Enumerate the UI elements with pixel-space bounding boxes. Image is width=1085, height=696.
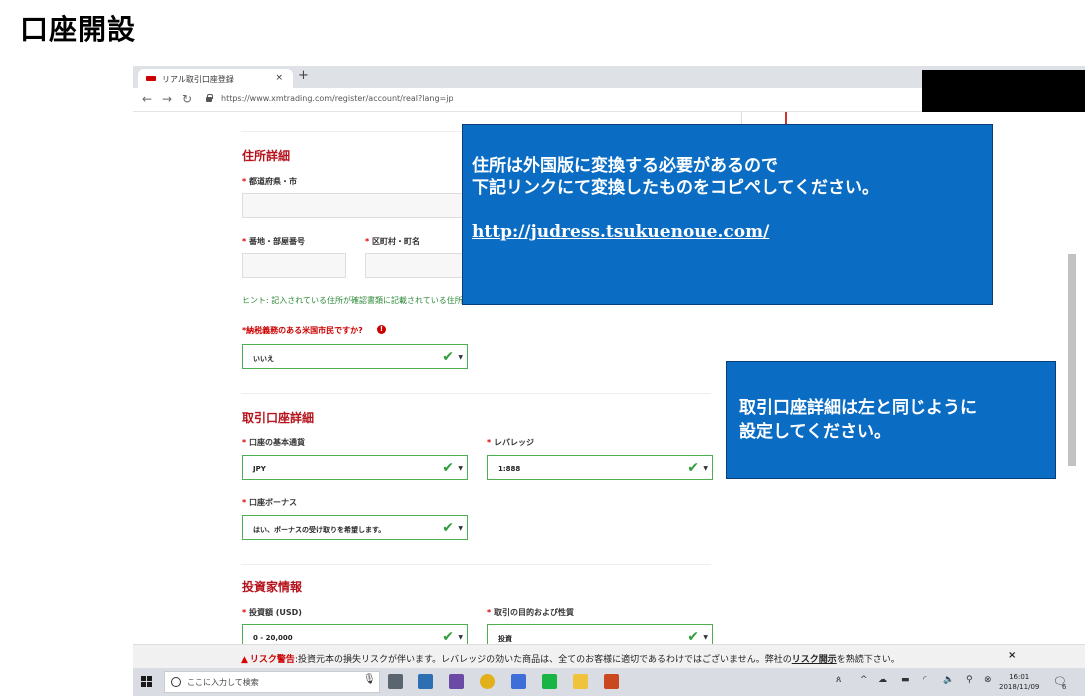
address-hint: ヒント: 記入されている住所が確認書類に記載されている住所	[242, 296, 463, 305]
windows-start-icon[interactable]	[141, 676, 153, 688]
chevron-down-icon: ▼	[458, 634, 463, 641]
info-icon[interactable]: !	[377, 325, 386, 334]
blocked-icon[interactable]: ⊗	[984, 675, 992, 685]
chevron-up-icon[interactable]: ^	[860, 675, 868, 685]
street-room-label: * 番地・部屋番号	[242, 237, 305, 246]
bonus-value: はい、ボーナスの受け取りを希望します。	[253, 526, 386, 534]
notification-count: 6	[1062, 683, 1067, 691]
account-note-line2: 設定してください。	[739, 422, 891, 442]
valid-check-icon: ✔	[442, 629, 454, 644]
cortana-circle-icon	[171, 677, 181, 687]
forward-arrow-icon[interactable]: →	[162, 92, 172, 106]
ward-town-label: * 区町村・町名	[365, 237, 420, 246]
url-field[interactable]: https://www.xmtrading.com/register/accou…	[221, 94, 454, 103]
currency-value: JPY	[253, 465, 266, 473]
wifi-icon[interactable]: ◜	[923, 675, 927, 685]
amount-value: 0 - 20,000	[253, 634, 293, 642]
browser-tab[interactable]: リアル取引口座登録 ×	[138, 69, 293, 88]
prefecture-city-label: * 都道府県・市	[242, 177, 297, 186]
leverage-value: 1:888	[498, 465, 521, 473]
chevron-down-icon: ▼	[703, 634, 708, 641]
chevron-down-icon: ▼	[703, 465, 708, 472]
currency-select[interactable]: JPY ✔ ▼	[242, 455, 468, 480]
chrome-icon[interactable]	[480, 674, 495, 689]
purpose-label: * 取引の目的および性質	[487, 608, 574, 617]
app-icon[interactable]	[449, 674, 464, 689]
clock-time: 16:01	[1009, 673, 1030, 681]
address-note-callout: 住所は外国版に変換する必要があるので 下記リンクにて変換したものをコピペしてくだ…	[462, 124, 993, 305]
line-icon[interactable]	[542, 674, 557, 689]
battery-icon[interactable]: ▬	[901, 675, 910, 685]
address-converter-link[interactable]: http://judress.tsukuenoue.com/	[472, 221, 992, 243]
reload-icon[interactable]: ↻	[182, 92, 192, 106]
account-note-callout: 取引口座詳細は左と同じように 設定してください。	[726, 361, 1056, 479]
windows-taskbar: ここに入力して検索 🎙 ጰ ^ ☁ ▬ ◜ 🔈 ⚲ ⊗ 16:01 2018/1…	[133, 668, 1085, 696]
us-tax-label: *納税義務のある米国市民ですか?	[242, 326, 363, 335]
bonus-label: * 口座ボーナス	[242, 498, 297, 507]
taskbar-clock[interactable]: 16:01 2018/11/09	[999, 672, 1039, 692]
chevron-down-icon: ▼	[458, 525, 463, 532]
purpose-value: 投資	[498, 635, 512, 643]
risk-disclosure-link[interactable]: リスク開示	[792, 655, 837, 665]
valid-check-icon: ✔	[687, 460, 699, 476]
account-section-title: 取引口座詳細	[242, 411, 315, 425]
amount-select[interactable]: 0 - 20,000 ✔ ▼	[242, 624, 468, 644]
network-icon[interactable]: ⚲	[966, 675, 973, 685]
valid-check-icon: ✔	[442, 520, 454, 536]
slide: 口座開設 リアル取引口座登録 × + ← → ↻ https://www.xmt…	[0, 0, 1085, 696]
leverage-select[interactable]: 1:888 ✔ ▼	[487, 455, 713, 480]
risk-warning-text: ▲ リスク警告:投資元本の損失リスクが伴います。レバレッジの効いた商品は、全てのお…	[241, 655, 900, 665]
account-note-line1: 取引口座詳細は左と同じように	[739, 398, 977, 418]
close-icon[interactable]: ×	[1008, 650, 1016, 661]
powerpoint-icon[interactable]	[604, 674, 619, 689]
page-scrollbar-thumb[interactable]	[1068, 254, 1076, 466]
leverage-label: * レバレッジ	[487, 438, 534, 447]
currency-label: * 口座の基本通貨	[242, 438, 305, 447]
valid-check-icon: ✔	[442, 349, 454, 365]
investor-section-title: 投資家情報	[242, 580, 303, 594]
purpose-select[interactable]: 投資 ✔ ▼	[487, 624, 713, 644]
risk-warning-bar: ▲ リスク警告:投資元本の損失リスクが伴います。レバレッジの効いた商品は、全てのお…	[133, 644, 1085, 668]
microphone-icon[interactable]: 🎙	[363, 674, 376, 685]
tab-close-icon[interactable]: ×	[275, 73, 283, 83]
new-tab-button[interactable]: +	[298, 68, 309, 83]
store-icon[interactable]	[418, 674, 433, 689]
us-tax-select[interactable]: いいえ ✔ ▼	[242, 344, 468, 369]
lock-icon	[206, 94, 213, 102]
tab-title: リアル取引口座登録	[162, 75, 234, 84]
page-title: 口座開設	[20, 13, 137, 46]
address-section-title: 住所詳細	[242, 149, 291, 163]
back-arrow-icon[interactable]: ←	[142, 92, 152, 106]
divider	[241, 564, 711, 565]
chevron-down-icon: ▼	[458, 465, 463, 472]
valid-check-icon: ✔	[442, 460, 454, 476]
clock-date: 2018/11/09	[999, 683, 1040, 691]
us-tax-value: いいえ	[253, 355, 274, 363]
divider	[241, 393, 711, 394]
file-explorer-icon[interactable]	[573, 674, 588, 689]
address-note-line1: 住所は外国版に変換する必要があるので	[472, 156, 778, 176]
bonus-select[interactable]: はい、ボーナスの受け取りを希望します。 ✔ ▼	[242, 515, 468, 540]
side-decoration-accent	[785, 112, 787, 124]
ward-town-input[interactable]	[365, 253, 463, 278]
taskbar-search-input[interactable]: ここに入力して検索	[164, 671, 380, 693]
chevron-down-icon: ▼	[458, 354, 463, 361]
street-room-input[interactable]	[242, 253, 346, 278]
app-icon-2[interactable]	[511, 674, 526, 689]
address-note-line2: 下記リンクにて変換したものをコピペしてください。	[472, 178, 879, 198]
volume-icon[interactable]: 🔈	[943, 675, 954, 685]
xm-favicon-icon	[146, 76, 156, 81]
people-icon[interactable]: ጰ	[836, 675, 841, 685]
amount-label: * 投資額 (USD)	[242, 608, 302, 617]
onedrive-icon[interactable]: ☁	[878, 675, 887, 685]
task-view-icon[interactable]	[388, 674, 403, 689]
warning-icon: ▲	[241, 655, 248, 665]
valid-check-icon: ✔	[687, 629, 699, 644]
